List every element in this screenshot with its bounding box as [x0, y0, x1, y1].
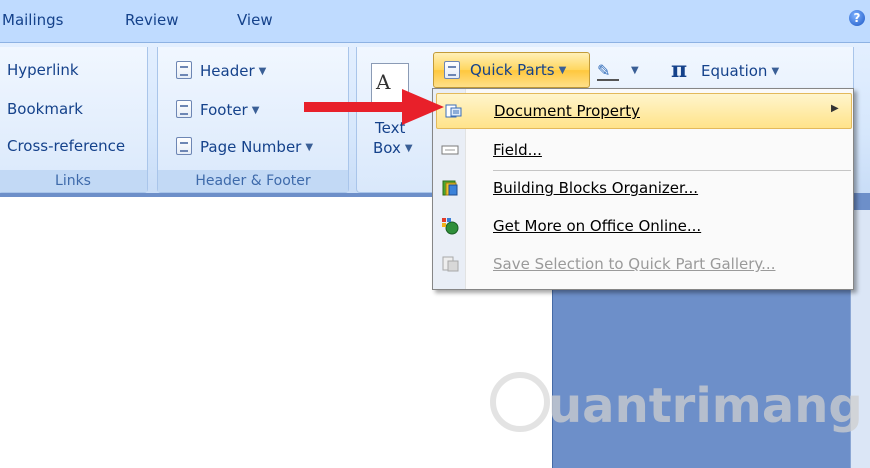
- bookmark-button[interactable]: Bookmark: [7, 100, 83, 118]
- chevron-down-icon: ▼: [631, 65, 639, 76]
- menu-item-save-selection: Save Selection to Quick Part Gallery...: [433, 247, 853, 281]
- chevron-down-icon: ▼: [305, 142, 314, 153]
- help-icon[interactable]: ?: [849, 10, 865, 26]
- hyperlink-button[interactable]: Hyperlink: [7, 61, 79, 79]
- equation-button[interactable]: π Equation ▼: [665, 57, 805, 87]
- building-blocks-icon: [442, 180, 458, 196]
- save-selection-label: Save Selection to Quick Part Gallery...: [493, 255, 776, 273]
- cross-reference-button[interactable]: Cross-reference: [7, 137, 125, 155]
- tab-review[interactable]: Review: [125, 11, 179, 29]
- pi-icon: π: [671, 57, 688, 83]
- menu-item-get-more-online[interactable]: Get More on Office Online...: [433, 209, 853, 243]
- header-label: Header: [200, 62, 255, 80]
- tab-mailings[interactable]: Mailings: [2, 11, 63, 29]
- building-blocks-organizer-label: Building Blocks Organizer...: [493, 179, 699, 197]
- header-footer-group-label: Header & Footer: [158, 170, 348, 192]
- get-more-online-label: Get More on Office Online...: [493, 217, 702, 235]
- page-number-label: Page Number: [200, 138, 302, 156]
- quick-parts-icon: [444, 61, 460, 79]
- footer-icon: [176, 100, 192, 118]
- links-group: Hyperlink Bookmark Cross-reference Links: [0, 47, 148, 193]
- save-selection-icon: [442, 256, 459, 272]
- text-box-label-2: Box ▼: [373, 139, 413, 157]
- page-number-icon: [176, 137, 192, 155]
- header-icon: [176, 61, 192, 79]
- menu-item-document-property[interactable]: Document Property ▶: [436, 93, 852, 129]
- field-icon: [441, 145, 459, 155]
- links-group-label: Links: [0, 170, 147, 192]
- tab-view[interactable]: View: [237, 11, 273, 29]
- header-button[interactable]: Header ▼: [176, 61, 266, 80]
- watermark-logo-icon: [490, 372, 550, 432]
- red-arrow-icon: [304, 89, 444, 125]
- footer-button[interactable]: Footer ▼: [176, 100, 259, 119]
- signature-line-button[interactable]: ✎ ▼: [593, 57, 647, 87]
- quick-parts-label: Quick Parts ▼: [470, 61, 567, 79]
- menu-item-field[interactable]: Field...: [433, 133, 853, 167]
- chevron-down-icon: ▼: [251, 105, 260, 116]
- quick-parts-menu: Document Property ▶ Field... Building Bl…: [432, 88, 854, 290]
- document-property-label: Document Property: [494, 102, 640, 120]
- ribbon-tab-bar: Mailings Review View ?: [0, 0, 870, 43]
- quick-parts-button[interactable]: Quick Parts ▼: [433, 52, 590, 88]
- field-label: Field...: [493, 141, 542, 159]
- watermark-text: uantrimang: [548, 378, 863, 434]
- office-online-icon: [442, 218, 459, 235]
- equation-label: Equation ▼: [701, 62, 780, 80]
- submenu-arrow-icon: ▶: [831, 103, 839, 114]
- signature-line-icon: ✎: [597, 61, 619, 81]
- menu-item-building-blocks-organizer[interactable]: Building Blocks Organizer...: [433, 171, 853, 205]
- footer-label: Footer: [200, 101, 248, 119]
- chevron-down-icon: ▼: [258, 66, 267, 77]
- page-number-button[interactable]: Page Number ▼: [176, 137, 313, 156]
